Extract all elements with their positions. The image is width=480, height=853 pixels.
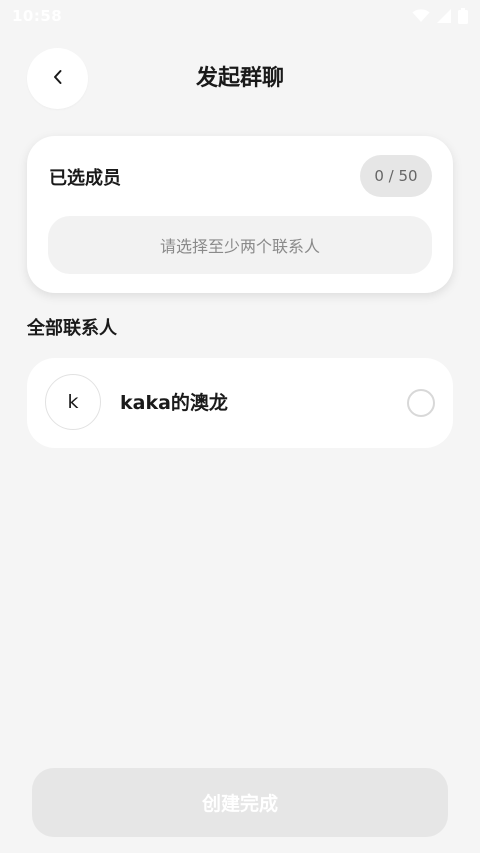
all-contacts-title: 全部联系人 bbox=[27, 318, 117, 339]
selected-members-card: 已选成员 0 / 50 请选择至少两个联系人 bbox=[27, 136, 453, 293]
create-group-button[interactable]: 创建完成 bbox=[32, 768, 448, 837]
signal-icon bbox=[436, 8, 452, 24]
status-icons bbox=[412, 8, 468, 24]
selected-count-badge: 0 / 50 bbox=[360, 155, 432, 197]
status-time: 10:58 bbox=[12, 7, 63, 25]
contact-name: kaka的澳龙 bbox=[120, 392, 228, 414]
header: 发起群聊 bbox=[0, 48, 480, 110]
avatar: k bbox=[45, 374, 101, 430]
contact-item[interactable]: k kaka的澳龙 bbox=[27, 358, 453, 448]
wifi-icon bbox=[412, 9, 430, 23]
back-button[interactable] bbox=[27, 48, 88, 109]
empty-selection-hint: 请选择至少两个联系人 bbox=[48, 216, 432, 274]
status-bar: 10:58 bbox=[0, 0, 480, 32]
battery-icon bbox=[458, 8, 468, 24]
selected-members-title: 已选成员 bbox=[49, 168, 121, 189]
chevron-left-icon bbox=[51, 68, 65, 90]
contact-select-radio[interactable] bbox=[407, 389, 435, 417]
